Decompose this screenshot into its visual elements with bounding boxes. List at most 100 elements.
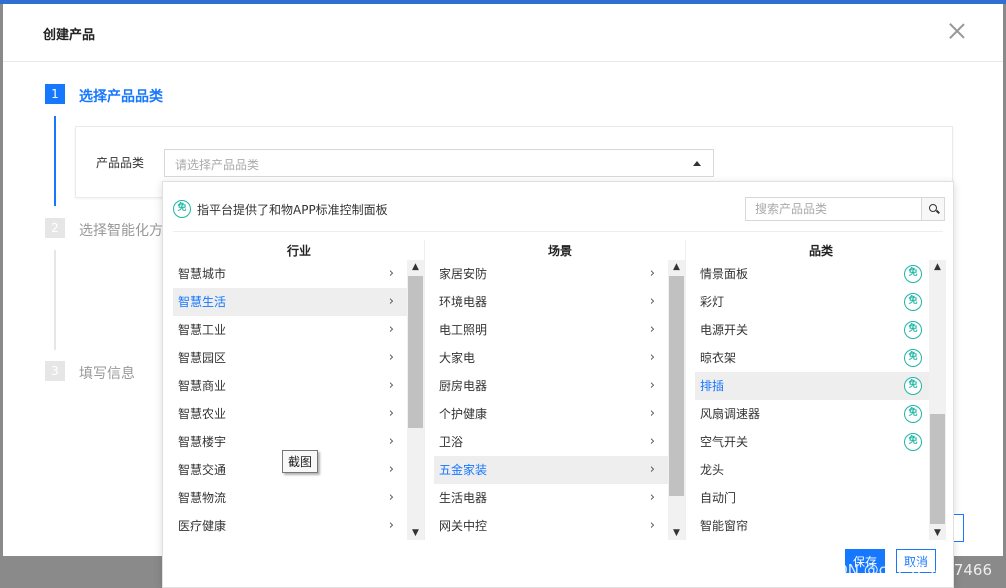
free-badge-icon: 免 bbox=[904, 377, 922, 395]
list-item[interactable]: 厨房电器 › bbox=[434, 372, 669, 400]
step-3-number: 3 bbox=[45, 361, 65, 381]
list-item[interactable]: 智慧生活 › bbox=[173, 288, 408, 316]
caret-up-icon bbox=[693, 161, 701, 166]
list-item[interactable]: 家居安防 › bbox=[434, 260, 669, 288]
category-column: 品类 情景面板免 彩灯免 电源开关免 晾衣架免 排插免 风扇调速器免 空气开关免… bbox=[695, 240, 947, 540]
chevron-right-icon: › bbox=[649, 378, 655, 393]
chevron-right-icon: › bbox=[649, 294, 655, 309]
free-badge-icon: 免 bbox=[904, 349, 922, 367]
list-item[interactable]: 卫浴 › bbox=[434, 428, 669, 456]
free-badge-icon: 免 bbox=[904, 321, 922, 339]
step-1-line bbox=[54, 116, 56, 206]
industry-column: 行业 智慧城市 › 智慧生活 › 智慧工业 › 智慧园区 › 智慧商业 › 智慧农业 › 智… bbox=[173, 240, 425, 540]
chevron-right-icon: › bbox=[388, 266, 394, 281]
chevron-right-icon: › bbox=[649, 322, 655, 337]
chevron-right-icon: › bbox=[388, 518, 394, 533]
scene-column-header: 场景 bbox=[547, 244, 572, 258]
scroll-thumb[interactable] bbox=[669, 276, 684, 496]
list-item[interactable]: 自动门 bbox=[695, 484, 930, 512]
scroll-thumb[interactable] bbox=[408, 276, 423, 428]
screenshot-tooltip: 截图 bbox=[282, 450, 319, 473]
category-search-input[interactable] bbox=[746, 198, 921, 220]
chevron-right-icon: › bbox=[388, 406, 394, 421]
list-item[interactable]: 智慧商业 › bbox=[173, 372, 408, 400]
step-1-label: 选择产品品类 bbox=[79, 89, 163, 105]
list-item[interactable]: 医疗健康 › bbox=[173, 512, 408, 540]
list-item[interactable]: 环境电器 › bbox=[434, 288, 669, 316]
category-select-placeholder: 请选择产品品类 bbox=[175, 158, 260, 172]
list-item[interactable]: 网关中控 › bbox=[434, 512, 669, 540]
watermark: CSDN @cn2925437466 bbox=[816, 561, 992, 579]
chevron-right-icon: › bbox=[388, 462, 394, 477]
notice-text: 指平台提供了和物APP标准控制面板 bbox=[197, 202, 388, 217]
scroll-up-icon[interactable]: ▲ bbox=[407, 260, 424, 274]
category-dropdown-panel: 免 指平台提供了和物APP标准控制面板 行业 智慧城市› 智慧生活› 智慧工业›… bbox=[162, 181, 954, 588]
list-item[interactable]: 智慧园区 › bbox=[173, 344, 408, 372]
chevron-right-icon: › bbox=[388, 378, 394, 393]
modal-title: 创建产品 bbox=[43, 28, 96, 43]
free-badge-icon: 免 bbox=[904, 265, 922, 283]
chevron-right-icon: › bbox=[388, 294, 394, 309]
scene-scrollbar[interactable]: ▲ ▼ bbox=[668, 260, 685, 540]
free-badge-icon: 免 bbox=[904, 293, 922, 311]
list-item[interactable]: 智慧物流 › bbox=[173, 484, 408, 512]
list-item[interactable]: 排插免 bbox=[695, 372, 930, 400]
chevron-right-icon: › bbox=[649, 266, 655, 281]
chevron-right-icon: › bbox=[388, 322, 394, 337]
search-button[interactable] bbox=[921, 198, 944, 220]
list-item[interactable]: 智慧农业 › bbox=[173, 400, 408, 428]
free-badge-icon: 免 bbox=[904, 433, 922, 451]
list-item[interactable]: 智慧城市 › bbox=[173, 260, 408, 288]
step-2-label: 选择智能化方 bbox=[79, 223, 163, 239]
chevron-right-icon: › bbox=[649, 462, 655, 477]
list-item[interactable]: 大家电 › bbox=[434, 344, 669, 372]
list-item[interactable]: 五金家装 › bbox=[434, 456, 669, 484]
list-item[interactable]: 晾衣架免 bbox=[695, 344, 930, 372]
industry-list: 智慧城市 › 智慧生活 › 智慧工业 › 智慧园区 › 智慧商业 › 智慧农业 › 智慧楼宇… bbox=[173, 260, 408, 540]
list-item[interactable]: 电源开关免 bbox=[695, 316, 930, 344]
chevron-right-icon: › bbox=[388, 434, 394, 449]
scene-column: 场景 家居安防 › 环境电器 › 电工照明 › 大家电 › 厨房电器 › 个护健康 › 卫浴… bbox=[434, 240, 686, 540]
category-select[interactable]: 请选择产品品类 bbox=[164, 149, 714, 177]
list-item[interactable]: 龙头 bbox=[695, 456, 930, 484]
background-button-edge bbox=[954, 514, 964, 542]
modal-header: 创建产品 bbox=[3, 4, 1003, 62]
industry-column-header: 行业 bbox=[286, 244, 311, 258]
list-item[interactable]: 风扇调速器免 bbox=[695, 400, 930, 428]
industry-scrollbar[interactable]: ▲ ▼ bbox=[407, 260, 424, 540]
chevron-right-icon: › bbox=[649, 434, 655, 449]
step-2-line bbox=[54, 250, 56, 350]
chevron-right-icon: › bbox=[388, 490, 394, 505]
list-item[interactable]: 生活电器 › bbox=[434, 484, 669, 512]
category-column-header: 品类 bbox=[808, 244, 833, 258]
chevron-right-icon: › bbox=[649, 406, 655, 421]
list-item[interactable]: 电工照明 › bbox=[434, 316, 669, 344]
close-icon[interactable] bbox=[947, 21, 967, 41]
scroll-thumb[interactable] bbox=[930, 414, 945, 524]
scroll-up-icon[interactable]: ▲ bbox=[668, 260, 685, 274]
list-item[interactable]: 个护健康 › bbox=[434, 400, 669, 428]
category-list: 情景面板免 彩灯免 电源开关免 晾衣架免 排插免 风扇调速器免 空气开关免 龙头… bbox=[695, 260, 930, 540]
list-item[interactable]: 智能窗帘 bbox=[695, 512, 930, 540]
scroll-down-icon[interactable]: ▼ bbox=[929, 526, 946, 540]
scroll-up-icon[interactable]: ▲ bbox=[929, 260, 946, 274]
list-item[interactable]: 空气开关免 bbox=[695, 428, 930, 456]
scroll-down-icon[interactable]: ▼ bbox=[668, 526, 685, 540]
chevron-right-icon: › bbox=[649, 350, 655, 365]
list-item[interactable]: 彩灯免 bbox=[695, 288, 930, 316]
step-1-number: 1 bbox=[45, 84, 65, 104]
free-panel-notice: 免 指平台提供了和物APP标准控制面板 bbox=[173, 199, 388, 219]
category-field-label: 产品品类 bbox=[96, 156, 145, 170]
list-item[interactable]: 情景面板免 bbox=[695, 260, 930, 288]
chevron-right-icon: › bbox=[388, 350, 394, 365]
free-badge-icon: 免 bbox=[904, 405, 922, 423]
scroll-down-icon[interactable]: ▼ bbox=[407, 526, 424, 540]
scene-list: 家居安防 › 环境电器 › 电工照明 › 大家电 › 厨房电器 › 个护健康 › 卫浴 › 五… bbox=[434, 260, 669, 540]
chevron-right-icon: › bbox=[649, 490, 655, 505]
step-3-label: 填写信息 bbox=[79, 366, 135, 382]
chevron-right-icon: › bbox=[649, 518, 655, 533]
list-item[interactable]: 智慧工业 › bbox=[173, 316, 408, 344]
category-scrollbar[interactable]: ▲ ▼ bbox=[929, 260, 946, 540]
free-badge-icon: 免 bbox=[173, 200, 191, 218]
category-search bbox=[745, 197, 945, 221]
